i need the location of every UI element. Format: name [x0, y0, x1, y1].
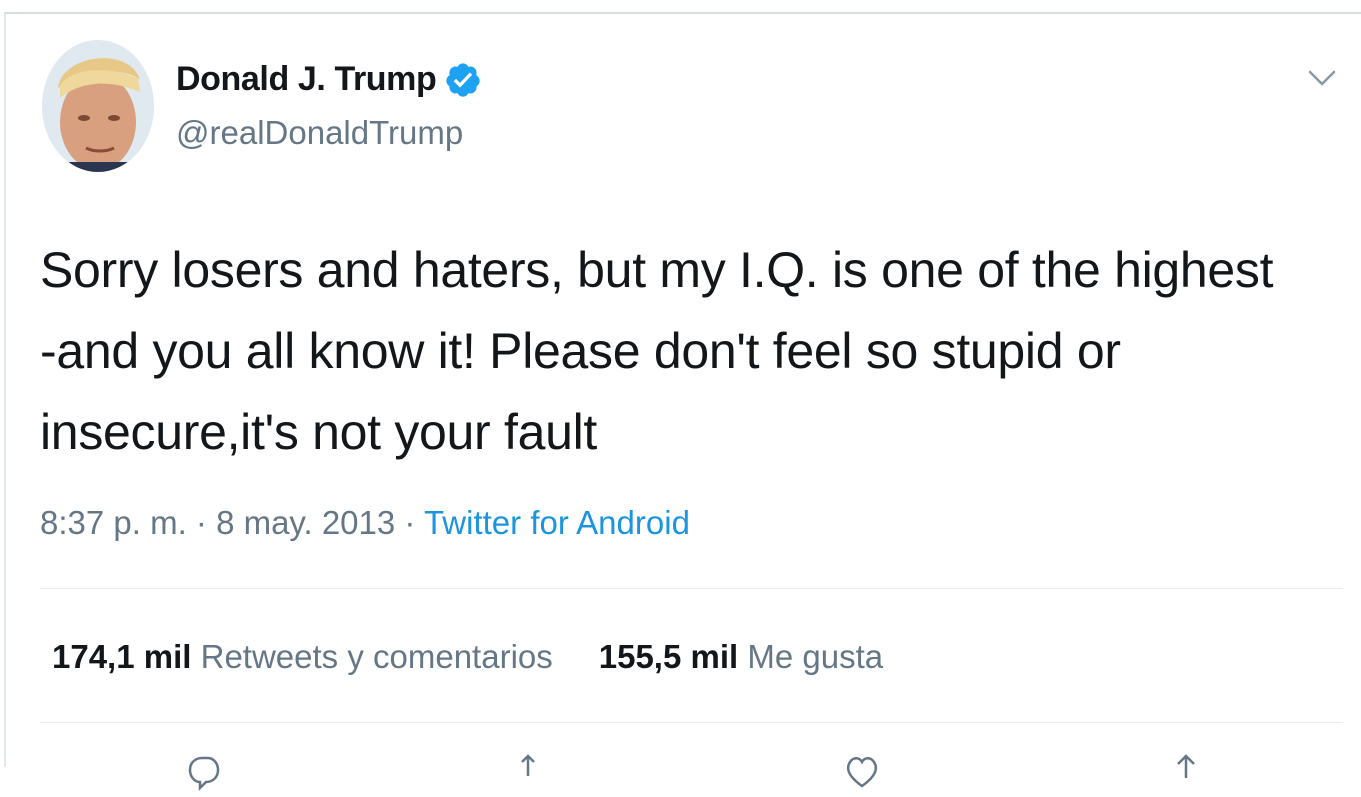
tweet-timestamp[interactable]: 8:37 p. m. · 8 may. 2013 ·	[40, 504, 424, 541]
divider	[40, 588, 1343, 589]
tweet-actions	[6, 752, 1361, 792]
tweet-text-line: -and you all know it! Please don't feel …	[40, 323, 1121, 379]
likes-label: Me gusta	[747, 638, 884, 675]
tweet-source-link[interactable]: Twitter for Android	[424, 504, 690, 541]
tweet-text: Sorry losers and haters, but my I.Q. is …	[40, 230, 1350, 473]
tweet-text-line: insecure,it's not your fault	[40, 404, 597, 460]
tweet-metadata: 8:37 p. m. · 8 may. 2013 · Twitter for A…	[40, 504, 690, 542]
retweets-label: Retweets y comentarios	[200, 638, 553, 675]
author-display-name[interactable]: Donald J. Trump	[176, 60, 437, 99]
author-handle[interactable]: @realDonaldTrump	[176, 114, 463, 152]
share-icon[interactable]	[1166, 752, 1206, 792]
tweet-stats: 174,1 mil Retweets y comentarios 155,5 m…	[52, 638, 883, 676]
likes-stat[interactable]: 155,5 mil Me gusta	[599, 638, 883, 676]
avatar[interactable]	[42, 40, 154, 172]
tweet-card: Donald J. Trump @realDonaldTrump Sorry l…	[4, 12, 1361, 792]
heart-icon[interactable]	[842, 752, 882, 792]
divider	[40, 722, 1343, 723]
verified-badge-icon	[444, 61, 482, 99]
retweets-count: 174,1 mil	[52, 638, 192, 675]
author-name-row: Donald J. Trump	[176, 60, 482, 99]
retweet-icon[interactable]	[518, 752, 558, 792]
retweets-stat[interactable]: 174,1 mil Retweets y comentarios	[52, 638, 553, 676]
likes-count: 155,5 mil	[598, 638, 739, 675]
tweet-text-line: Sorry losers and haters, but my I.Q. is …	[40, 242, 1274, 298]
reply-icon[interactable]	[182, 752, 222, 792]
avatar-image	[42, 40, 154, 172]
chevron-down-icon[interactable]	[1305, 64, 1339, 92]
